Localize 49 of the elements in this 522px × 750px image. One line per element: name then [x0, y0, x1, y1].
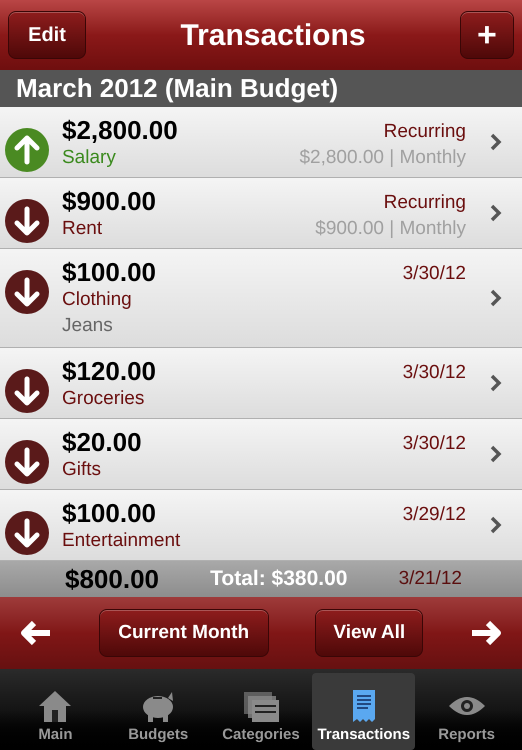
window-title: Transactions: [180, 18, 366, 54]
edit-button[interactable]: Edit: [8, 11, 86, 59]
note-text: Jeans: [62, 314, 114, 338]
tab[interactable]: Reports: [415, 673, 518, 750]
category-text: Entertainment: [62, 529, 182, 553]
chevron-icon: [490, 374, 502, 392]
transaction-row[interactable]: $100.00 Entertainment 3/29/12: [0, 490, 522, 561]
amount-text: $2,800.00: [62, 115, 179, 145]
category-text: Salary: [62, 146, 117, 170]
tab[interactable]: Budgets: [106, 673, 210, 750]
right-arrow-icon[interactable]: [470, 620, 502, 646]
transaction-row[interactable]: $20.00 Gifts 3/30/12: [0, 419, 522, 490]
category-text: Gifts: [62, 458, 102, 482]
detail-text: $2,800.00 | Monthly: [299, 146, 466, 170]
chevron-icon: [490, 445, 502, 463]
transaction-row[interactable]: $100.00 Clothing Jeans 3/30/12: [0, 249, 522, 348]
current-month-button[interactable]: Current Month: [98, 609, 269, 657]
chevron-icon: [490, 289, 502, 307]
amount-text: $800.00: [65, 562, 159, 596]
category-text: Clothing: [62, 288, 133, 312]
view-all-button[interactable]: View All: [315, 609, 424, 657]
transaction-row[interactable]: $120.00 Groceries 3/30/12: [0, 348, 522, 419]
amount-text: $100.00: [62, 498, 157, 528]
detail-text: $900.00 | Monthly: [315, 217, 466, 241]
chevron-icon: [490, 516, 502, 534]
section-header: March 2012 (Main Budget): [0, 70, 522, 107]
status-text: 3/21/12: [398, 566, 462, 591]
amount-text: $900.00: [62, 186, 157, 216]
amount-text: $20.00: [62, 427, 143, 457]
status-text: Recurring: [384, 120, 466, 144]
amount-text: $120.00: [62, 356, 157, 386]
tab[interactable]: Transactions: [312, 673, 416, 750]
status-text: 3/30/12: [402, 432, 466, 456]
category-text: Rent: [62, 217, 104, 241]
category-text: Groceries: [62, 387, 146, 411]
add-button[interactable]: +: [460, 11, 514, 59]
chevron-icon: [490, 133, 502, 151]
status-text: 3/29/12: [402, 503, 466, 527]
status-text: 3/30/12: [402, 262, 466, 286]
tab[interactable]: Categories: [210, 673, 312, 750]
status-text: 3/30/12: [402, 361, 466, 385]
status-text: Recurring: [384, 191, 466, 215]
transaction-row[interactable]: $900.00 Rent Recurring $900.00 | Monthly: [0, 178, 522, 249]
left-arrow-icon[interactable]: [20, 620, 52, 646]
chevron-icon: [490, 204, 502, 222]
total-text: Total: $380.00: [210, 566, 348, 592]
transaction-row[interactable]: $2,800.00 Salary Recurring $2,800.00 | Monthly: [0, 107, 522, 178]
tab[interactable]: Main: [4, 673, 107, 750]
amount-text: $100.00: [62, 257, 157, 287]
